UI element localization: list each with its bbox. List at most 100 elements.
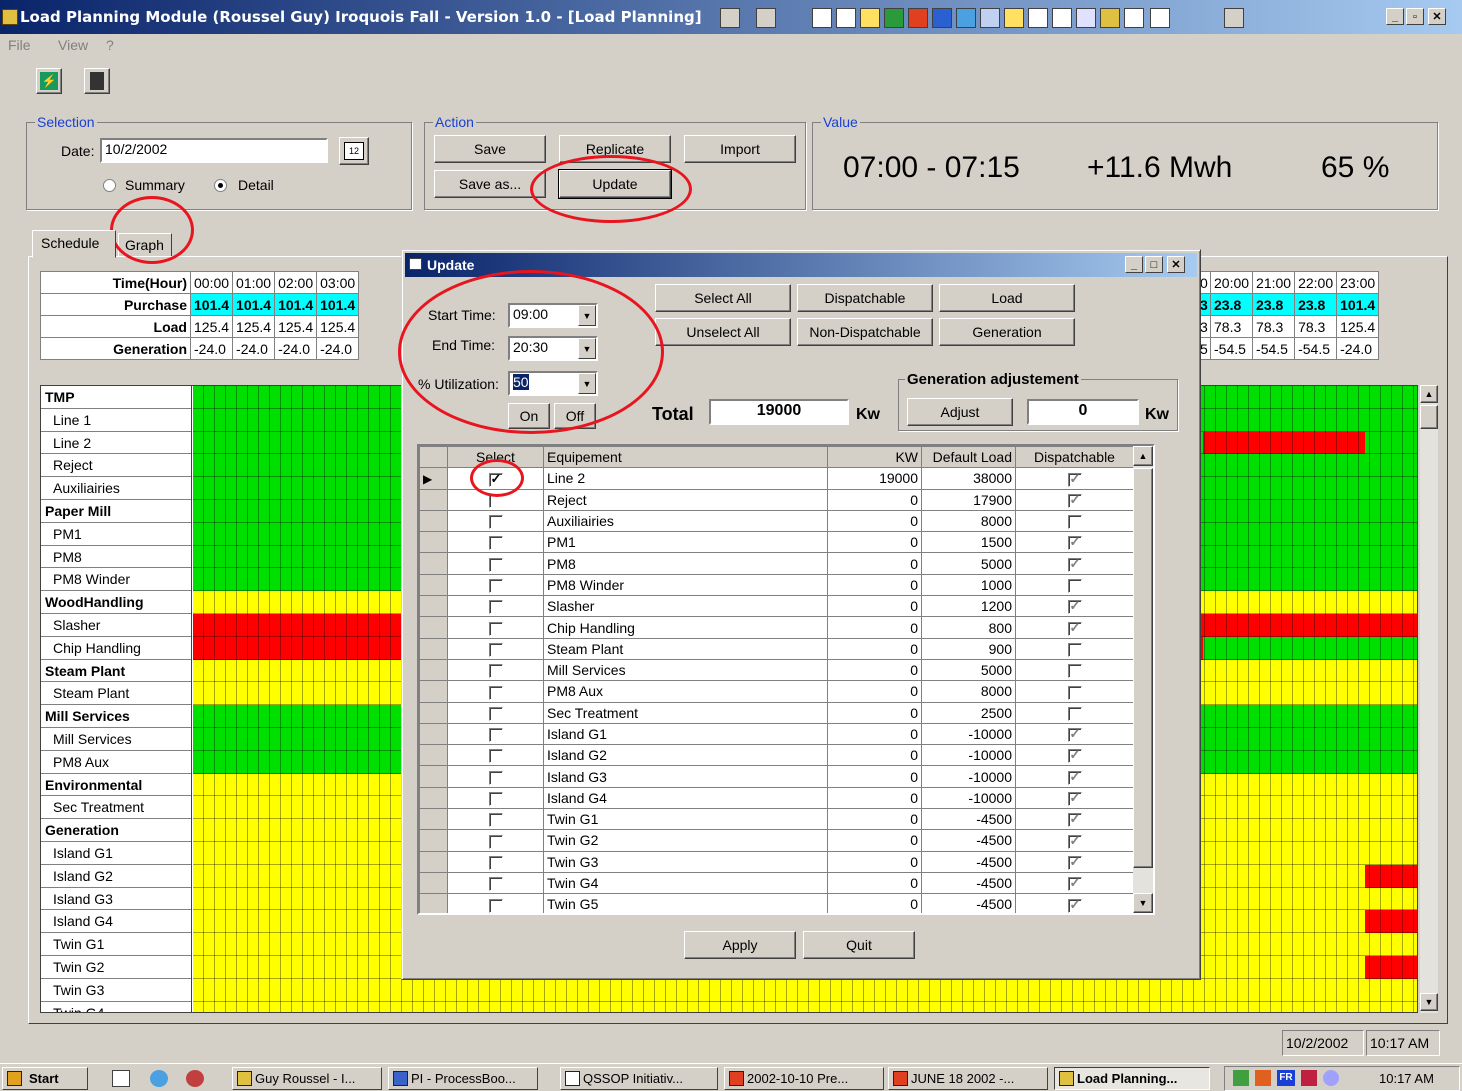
row-selector[interactable] bbox=[419, 637, 448, 660]
kw-cell[interactable]: 0 bbox=[827, 808, 922, 831]
row-selector[interactable] bbox=[419, 616, 448, 639]
select-checkbox[interactable] bbox=[488, 515, 503, 530]
summary-radio[interactable] bbox=[103, 179, 116, 192]
word-icon[interactable] bbox=[812, 8, 832, 28]
schedule-cell-row[interactable] bbox=[193, 1001, 1417, 1012]
toolbar-tray-icon[interactable] bbox=[1124, 8, 1144, 28]
row-selector[interactable] bbox=[419, 722, 448, 746]
schedule-item[interactable]: PM8 Aux bbox=[41, 751, 191, 774]
equipement-cell[interactable]: Twin G5 bbox=[543, 893, 828, 913]
kw-cell[interactable]: 0 bbox=[827, 573, 922, 597]
quicklaunch-ie-icon[interactable] bbox=[150, 1070, 168, 1087]
default-load-cell[interactable]: -4500 bbox=[921, 808, 1016, 831]
task-pi-processbook[interactable]: PI - ProcessBoo... bbox=[388, 1067, 538, 1090]
equipement-cell[interactable]: PM1 bbox=[543, 531, 828, 554]
load-button[interactable]: Load bbox=[939, 284, 1075, 312]
kw-cell[interactable]: 0 bbox=[827, 744, 922, 767]
kw-cell[interactable]: 0 bbox=[827, 595, 922, 618]
row-selector[interactable] bbox=[419, 850, 448, 873]
select-checkbox[interactable] bbox=[488, 471, 503, 487]
equipement-cell[interactable]: Steam Plant bbox=[543, 637, 828, 660]
toolbar-tray-icon[interactable] bbox=[1076, 8, 1096, 28]
select-checkbox[interactable] bbox=[488, 877, 503, 892]
menu-file[interactable]: File bbox=[8, 37, 31, 53]
row-selector[interactable] bbox=[419, 808, 448, 831]
select-cell[interactable] bbox=[447, 765, 544, 788]
equipment-row[interactable]: Twin G3 0 -4500 bbox=[419, 850, 1134, 873]
menu-help[interactable]: ? bbox=[106, 37, 114, 53]
default-load-cell[interactable]: 17900 bbox=[921, 488, 1016, 511]
select-checkbox[interactable] bbox=[488, 493, 503, 508]
equipment-row[interactable]: Island G1 0 -10000 bbox=[419, 722, 1134, 746]
equipement-cell[interactable]: Island G3 bbox=[543, 765, 828, 788]
select-checkbox[interactable] bbox=[488, 728, 503, 743]
row-selector[interactable] bbox=[419, 893, 448, 913]
toolbar-tray-icon[interactable] bbox=[860, 8, 880, 28]
schedule-item[interactable]: Twin G1 bbox=[41, 933, 191, 956]
kw-cell[interactable]: 0 bbox=[827, 680, 922, 703]
exit-button[interactable] bbox=[84, 68, 110, 94]
row-selector[interactable] bbox=[419, 829, 448, 852]
kw-cell[interactable]: 0 bbox=[827, 616, 922, 639]
schedule-category[interactable]: Steam Plant bbox=[41, 660, 191, 683]
row-selector[interactable] bbox=[419, 595, 448, 618]
end-time-select[interactable]: 20:30 ▼ bbox=[508, 336, 598, 361]
close-icon[interactable]: ✕ bbox=[1428, 8, 1446, 25]
col-header-kw[interactable]: KW bbox=[827, 446, 922, 469]
equipment-row[interactable]: Mill Services 0 5000 bbox=[419, 658, 1134, 682]
chevron-down-icon[interactable]: ▼ bbox=[578, 373, 596, 394]
chevron-down-icon[interactable]: ▼ bbox=[578, 338, 596, 359]
select-cell[interactable] bbox=[447, 616, 544, 639]
select-cell[interactable] bbox=[447, 829, 544, 852]
select-cell[interactable] bbox=[447, 467, 544, 490]
adjust-field[interactable]: 0 bbox=[1027, 399, 1139, 425]
select-cell[interactable] bbox=[447, 573, 544, 597]
default-load-cell[interactable]: 1000 bbox=[921, 573, 1016, 597]
select-cell[interactable] bbox=[447, 893, 544, 913]
restore-icon[interactable]: ▫ bbox=[1406, 8, 1424, 25]
unselect-all-button[interactable]: Unselect All bbox=[655, 318, 791, 346]
update-button[interactable]: Update bbox=[558, 169, 672, 199]
default-load-cell[interactable]: 38000 bbox=[921, 467, 1016, 490]
ie-icon[interactable] bbox=[956, 8, 976, 28]
equipement-cell[interactable]: Sec Treatment bbox=[543, 701, 828, 724]
schedule-item[interactable]: Chip Handling bbox=[41, 637, 191, 660]
dialog-close-icon[interactable]: ✕ bbox=[1167, 256, 1185, 273]
toolbar-tray-icon[interactable] bbox=[1224, 8, 1244, 28]
equipement-cell[interactable]: Slasher bbox=[543, 595, 828, 618]
equipment-row[interactable]: Twin G2 0 -4500 bbox=[419, 829, 1134, 852]
default-load-cell[interactable]: 800 bbox=[921, 616, 1016, 639]
default-load-cell[interactable]: -4500 bbox=[921, 871, 1016, 895]
select-cell[interactable] bbox=[447, 744, 544, 767]
equipement-cell[interactable]: Island G2 bbox=[543, 744, 828, 767]
equipement-cell[interactable]: Auxiliairies bbox=[543, 509, 828, 533]
schedule-item[interactable]: Island G1 bbox=[41, 842, 191, 865]
row-selector[interactable] bbox=[419, 701, 448, 724]
quicklaunch-desktop-icon[interactable] bbox=[112, 1070, 130, 1087]
col-header-select[interactable]: Select bbox=[447, 446, 544, 469]
select-checkbox[interactable] bbox=[488, 536, 503, 551]
equipment-row[interactable]: Reject 0 17900 bbox=[419, 488, 1134, 511]
menu-view[interactable]: View bbox=[58, 37, 88, 53]
schedule-item[interactable]: Twin G3 bbox=[41, 979, 191, 1002]
toolbar-tray-icon[interactable] bbox=[980, 8, 1000, 28]
select-cell[interactable] bbox=[447, 786, 544, 810]
row-selector[interactable] bbox=[419, 488, 448, 511]
scroll-thumb[interactable] bbox=[1133, 468, 1153, 868]
row-selector[interactable] bbox=[419, 786, 448, 810]
col-header-equipement[interactable]: Equipement bbox=[543, 446, 828, 469]
detail-radio[interactable] bbox=[214, 179, 227, 192]
equipment-row[interactable]: PM8 0 5000 bbox=[419, 552, 1134, 575]
equipement-cell[interactable]: Island G1 bbox=[543, 722, 828, 746]
schedule-item[interactable]: Island G3 bbox=[41, 888, 191, 911]
row-selector[interactable] bbox=[419, 531, 448, 554]
select-cell[interactable] bbox=[447, 531, 544, 554]
task-guy-roussel[interactable]: Guy Roussel - I... bbox=[232, 1067, 382, 1090]
kw-cell[interactable]: 0 bbox=[827, 701, 922, 724]
equipement-cell[interactable]: Island G4 bbox=[543, 786, 828, 810]
schedule-item[interactable]: Slasher bbox=[41, 614, 191, 637]
select-cell[interactable] bbox=[447, 488, 544, 511]
default-load-cell[interactable]: 2500 bbox=[921, 701, 1016, 724]
equipment-row[interactable]: Island G2 0 -10000 bbox=[419, 744, 1134, 767]
quicklaunch-icon[interactable] bbox=[186, 1070, 204, 1087]
